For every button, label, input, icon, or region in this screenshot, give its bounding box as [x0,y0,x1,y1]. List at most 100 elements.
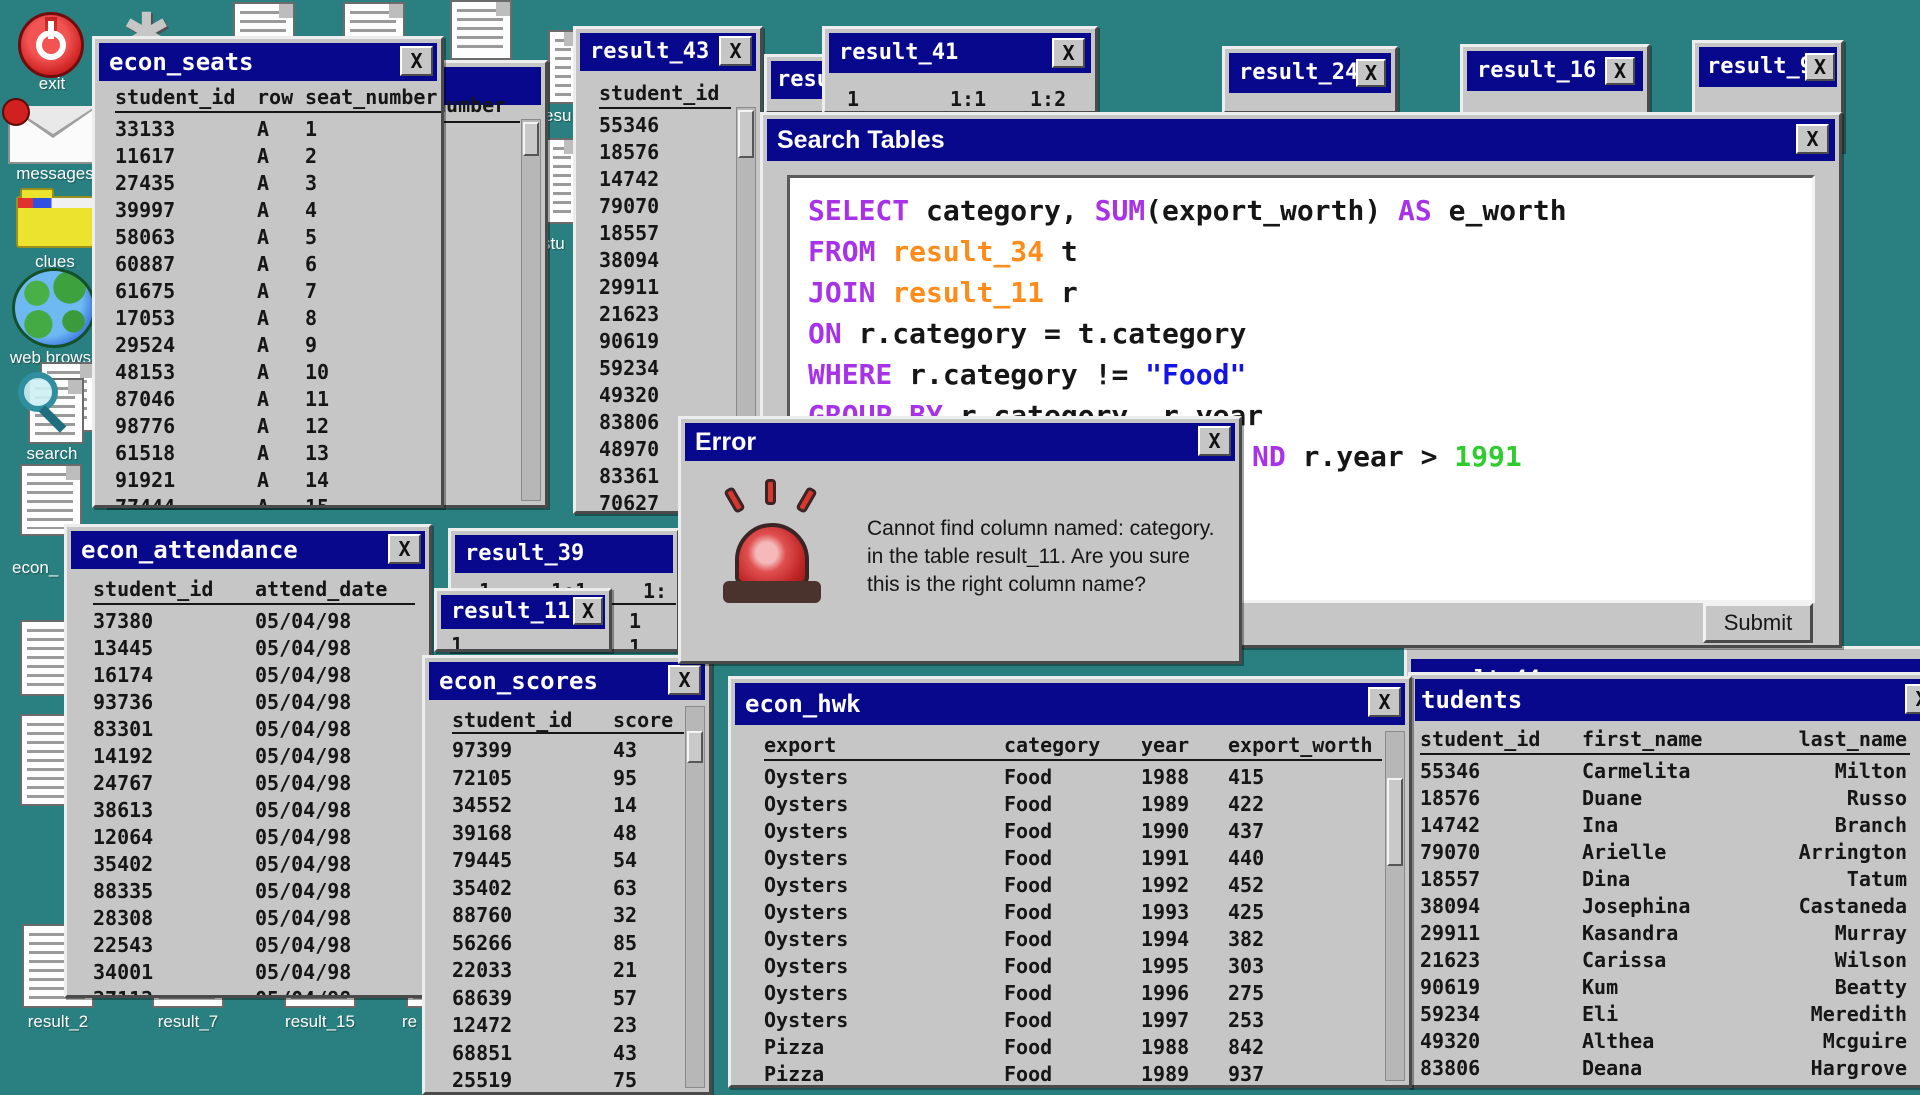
window-econ-seats[interactable]: econ_seats X student_idrowseat_number331… [92,36,444,508]
header-underline [599,107,731,109]
window-titlebar[interactable]: result_39 [455,535,673,573]
table-cell: 13445 [93,636,153,660]
table-cell: 05/04/98 [255,933,351,957]
sql-line: SELECT category, SUM(export_worth) AS e_… [808,190,1567,231]
table-row: 29911 [576,275,760,302]
close-icon[interactable]: X [1198,426,1231,456]
scrollbar[interactable] [685,706,705,1088]
table-row: 6863957 [425,986,709,1013]
close-icon[interactable]: X [1052,38,1085,68]
table-row: 6885143 [425,1041,709,1068]
close-icon[interactable]: X [1796,124,1829,154]
table-cell: 14742 [599,167,659,191]
window-students[interactable]: tudents X student_idfirst_namelast_name5… [1408,672,1920,1088]
table-row: 91921A14 [95,468,441,495]
table-cell: 83806 [599,410,659,434]
document-icon[interactable] [450,0,512,60]
dialog-titlebar[interactable]: Error [685,423,1235,461]
table-row: 14742InaBranch [1411,813,1920,840]
header-underline [1420,753,1910,755]
sql-token: AS [1398,194,1432,227]
column-header-fragment: number [434,93,506,117]
scrollbar-thumb[interactable] [523,122,539,156]
table-row: 1206405/04/98 [67,825,429,852]
column-header: category [1004,733,1100,757]
window-econ-scores[interactable]: econ_scores X student_idscore97399437210… [422,655,712,1095]
scrollbar-thumb[interactable] [687,731,703,763]
dialog-title: Error [695,428,756,456]
table-row: 3455214 [425,793,709,820]
table-cell: A [257,225,269,249]
window-result-41[interactable]: result_41 X 1 1:1 1:2 [822,26,1098,114]
table-cell: A [257,387,269,411]
sql-token: result_34 [892,235,1044,268]
table-cell: 303 [1228,954,1264,978]
scrollbar[interactable] [521,119,541,501]
web-browser-globe-icon[interactable] [12,268,96,348]
table-cell: 61675 [115,279,175,303]
table-row: 8833505/04/98 [67,879,429,906]
window-titlebar[interactable]: Search Tables [767,119,1835,161]
table-cell: 29911 [1420,921,1480,945]
table-cell: 16174 [93,663,153,687]
sql-token: WHERE [808,358,892,391]
error-dialog[interactable]: Error X Cannot find column named: catego… [678,416,1242,664]
column-header: export_worth [1228,733,1373,757]
table-cell: 88760 [452,903,512,927]
window-result-16[interactable]: result_16 X [1460,44,1650,120]
table-cell: 83806 [1420,1056,1480,1080]
window-econ-attendance[interactable]: econ_attendance X student_idattend_date3… [64,524,432,998]
table-row: OystersFood1989422 [731,792,1409,819]
table-cell: 43 [613,738,637,762]
sql-line: JOIN result_11 r [808,272,1567,313]
table-cell: 6 [305,252,317,276]
table-cell: Oysters [764,954,848,978]
scrollbar-thumb[interactable] [738,110,754,158]
table-cell: 5 [305,225,317,249]
table-cell: 05/04/98 [255,636,351,660]
table-cell: 38094 [1420,894,1480,918]
table-cell: 83361 [599,464,659,488]
submit-button[interactable]: Submit [1703,603,1813,643]
table-cell: 60887 [115,252,175,276]
table-cell: 05/04/98 [255,960,351,984]
search-icon[interactable] [18,372,58,412]
close-icon[interactable]: X [1805,53,1835,81]
table: student_idrowseat_number33133A111617A227… [95,39,441,505]
table-row: 7944554 [425,848,709,875]
cell: 1 [847,87,859,111]
window-result-24[interactable]: result_24 X [1222,46,1398,114]
messages-icon[interactable] [8,106,98,164]
siren-dome [735,523,809,585]
close-icon[interactable]: X [573,597,603,625]
table-row: 2203321 [425,958,709,985]
window-resu-fragment[interactable]: resu [764,54,830,114]
window-titlebar[interactable]: resu [771,61,823,99]
table-cell: 11617 [115,144,175,168]
close-icon[interactable]: X [1356,59,1386,87]
table-cell: A [257,441,269,465]
table-row: 9739943 [425,738,709,765]
table-row: 59234 [576,356,760,383]
table-cell: 75 [613,1068,637,1092]
scrollbar-thumb[interactable] [1387,778,1403,866]
power-icon[interactable] [18,12,84,78]
table-cell: 1989 [1141,792,1189,816]
icon-label-search: search [0,444,104,464]
table-cell: 937 [1228,1062,1264,1086]
table-row: 3861305/04/98 [67,798,429,825]
column-header: row [257,85,293,109]
window-result-11[interactable]: result_11 X 1 [434,588,612,652]
window-econ-hwk[interactable]: econ_hwk X exportcategoryyearexport_wort… [728,676,1412,1088]
table-cell: 68851 [452,1041,512,1065]
close-icon[interactable]: X [1605,57,1635,85]
table-cell: 34001 [93,960,153,984]
sql-token: r [1044,276,1078,309]
sql-token: 1991 [1454,440,1521,473]
table-cell: 11 [305,387,329,411]
clues-folder-icon[interactable] [16,196,94,248]
scrollbar[interactable] [1385,731,1405,1081]
table-cell: Deana [1582,1056,1642,1080]
table-cell: 23 [613,1013,637,1037]
window-title: result_41 [839,40,958,65]
